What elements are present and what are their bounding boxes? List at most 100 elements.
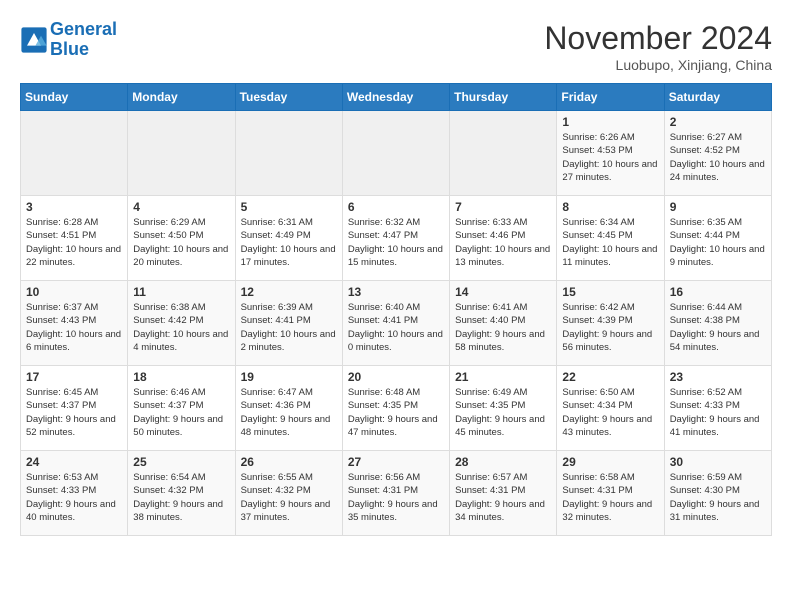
cell-content: Sunrise: 6:44 AM Sunset: 4:38 PM Dayligh… — [670, 301, 766, 354]
cell-content: Sunrise: 6:59 AM Sunset: 4:30 PM Dayligh… — [670, 471, 766, 524]
calendar-cell: 29Sunrise: 6:58 AM Sunset: 4:31 PM Dayli… — [557, 451, 664, 536]
calendar-cell: 3Sunrise: 6:28 AM Sunset: 4:51 PM Daylig… — [21, 196, 128, 281]
calendar-cell: 6 Sunrise: 6:32 AM Sunset: 4:47 PM Daylig… — [342, 196, 449, 281]
day-number: 3 — [26, 200, 122, 214]
day-number: 24 — [26, 455, 122, 469]
calendar-cell: 7 Sunrise: 6:33 AM Sunset: 4:46 PM Daylig… — [450, 196, 557, 281]
calendar-cell: 13Sunrise: 6:40 AM Sunset: 4:41 PM Dayli… — [342, 281, 449, 366]
header-cell-sunday: Sunday — [21, 84, 128, 111]
cell-content: Sunrise: 6:35 AM Sunset: 4:44 PM Dayligh… — [670, 216, 766, 269]
logo-line2: Blue — [50, 39, 89, 59]
calendar-cell: 21 Sunrise: 6:49 AM Sunset: 4:35 PM Dayli… — [450, 366, 557, 451]
cell-content: Sunrise: 6:33 AM Sunset: 4:46 PM Dayligh… — [455, 216, 551, 269]
calendar-cell: 19Sunrise: 6:47 AM Sunset: 4:36 PM Dayli… — [235, 366, 342, 451]
day-number: 22 — [562, 370, 658, 384]
day-number: 29 — [562, 455, 658, 469]
calendar-cell — [450, 111, 557, 196]
header-cell-wednesday: Wednesday — [342, 84, 449, 111]
day-number: 1 — [562, 115, 658, 129]
calendar-cell: 23Sunrise: 6:52 AM Sunset: 4:33 PM Dayli… — [664, 366, 771, 451]
cell-content: Sunrise: 6:34 AM Sunset: 4:45 PM Dayligh… — [562, 216, 658, 269]
cell-content: Sunrise: 6:54 AM Sunset: 4:32 PM Dayligh… — [133, 471, 229, 524]
calendar-cell: 25 Sunrise: 6:54 AM Sunset: 4:32 PM Dayli… — [128, 451, 235, 536]
calendar-cell: 17Sunrise: 6:45 AM Sunset: 4:37 PM Dayli… — [21, 366, 128, 451]
day-number: 30 — [670, 455, 766, 469]
day-number: 5 — [241, 200, 337, 214]
day-number: 2 — [670, 115, 766, 129]
calendar-cell: 2 Sunrise: 6:27 AM Sunset: 4:52 PM Daylig… — [664, 111, 771, 196]
calendar-cell: 9 Sunrise: 6:35 AM Sunset: 4:44 PM Daylig… — [664, 196, 771, 281]
week-row-0: 1Sunrise: 6:26 AM Sunset: 4:53 PM Daylig… — [21, 111, 772, 196]
calendar-cell: 27 Sunrise: 6:56 AM Sunset: 4:31 PM Dayli… — [342, 451, 449, 536]
day-number: 23 — [670, 370, 766, 384]
header-cell-thursday: Thursday — [450, 84, 557, 111]
header-cell-friday: Friday — [557, 84, 664, 111]
cell-content: Sunrise: 6:55 AM Sunset: 4:32 PM Dayligh… — [241, 471, 337, 524]
week-row-2: 10 Sunrise: 6:37 AM Sunset: 4:43 PM Dayli… — [21, 281, 772, 366]
calendar-cell: 20 Sunrise: 6:48 AM Sunset: 4:35 PM Dayli… — [342, 366, 449, 451]
day-number: 10 — [26, 285, 122, 299]
day-number: 27 — [348, 455, 444, 469]
day-number: 28 — [455, 455, 551, 469]
calendar-cell: 16 Sunrise: 6:44 AM Sunset: 4:38 PM Dayli… — [664, 281, 771, 366]
calendar-cell — [342, 111, 449, 196]
day-number: 6 — [348, 200, 444, 214]
day-number: 11 — [133, 285, 229, 299]
cell-content: Sunrise: 6:47 AM Sunset: 4:36 PM Dayligh… — [241, 386, 337, 439]
logo: General Blue — [20, 20, 117, 60]
header-row: SundayMondayTuesdayWednesdayThursdayFrid… — [21, 84, 772, 111]
calendar-body: 1Sunrise: 6:26 AM Sunset: 4:53 PM Daylig… — [21, 111, 772, 536]
day-number: 21 — [455, 370, 551, 384]
week-row-4: 24 Sunrise: 6:53 AM Sunset: 4:33 PM Dayli… — [21, 451, 772, 536]
title-block: November 2024 Luobupo, Xinjiang, China — [544, 20, 772, 73]
day-number: 18 — [133, 370, 229, 384]
logo-icon — [20, 26, 48, 54]
cell-content: Sunrise: 6:56 AM Sunset: 4:31 PM Dayligh… — [348, 471, 444, 524]
cell-content: Sunrise: 6:37 AM Sunset: 4:43 PM Dayligh… — [26, 301, 122, 354]
calendar-cell: 22 Sunrise: 6:50 AM Sunset: 4:34 PM Dayli… — [557, 366, 664, 451]
calendar-cell: 5 Sunrise: 6:31 AM Sunset: 4:49 PM Daylig… — [235, 196, 342, 281]
cell-content: Sunrise: 6:53 AM Sunset: 4:33 PM Dayligh… — [26, 471, 122, 524]
day-number: 9 — [670, 200, 766, 214]
day-number: 20 — [348, 370, 444, 384]
calendar-cell: 4 Sunrise: 6:29 AM Sunset: 4:50 PM Daylig… — [128, 196, 235, 281]
cell-content: Sunrise: 6:49 AM Sunset: 4:35 PM Dayligh… — [455, 386, 551, 439]
calendar-table: SundayMondayTuesdayWednesdayThursdayFrid… — [20, 83, 772, 536]
header-cell-tuesday: Tuesday — [235, 84, 342, 111]
logo-text: General Blue — [50, 20, 117, 60]
calendar-cell: 24 Sunrise: 6:53 AM Sunset: 4:33 PM Dayli… — [21, 451, 128, 536]
calendar-cell: 26 Sunrise: 6:55 AM Sunset: 4:32 PM Dayli… — [235, 451, 342, 536]
cell-content: Sunrise: 6:29 AM Sunset: 4:50 PM Dayligh… — [133, 216, 229, 269]
cell-content: Sunrise: 6:41 AM Sunset: 4:40 PM Dayligh… — [455, 301, 551, 354]
week-row-3: 17Sunrise: 6:45 AM Sunset: 4:37 PM Dayli… — [21, 366, 772, 451]
calendar-cell: 8 Sunrise: 6:34 AM Sunset: 4:45 PM Daylig… — [557, 196, 664, 281]
day-number: 8 — [562, 200, 658, 214]
header-cell-monday: Monday — [128, 84, 235, 111]
day-number: 25 — [133, 455, 229, 469]
day-number: 17 — [26, 370, 122, 384]
cell-content: Sunrise: 6:32 AM Sunset: 4:47 PM Dayligh… — [348, 216, 444, 269]
logo-line1: General — [50, 19, 117, 39]
cell-content: Sunrise: 6:50 AM Sunset: 4:34 PM Dayligh… — [562, 386, 658, 439]
day-number: 16 — [670, 285, 766, 299]
calendar-cell: 15Sunrise: 6:42 AM Sunset: 4:39 PM Dayli… — [557, 281, 664, 366]
calendar-header: SundayMondayTuesdayWednesdayThursdayFrid… — [21, 84, 772, 111]
calendar-cell: 30 Sunrise: 6:59 AM Sunset: 4:30 PM Dayli… — [664, 451, 771, 536]
calendar-cell: 28 Sunrise: 6:57 AM Sunset: 4:31 PM Dayli… — [450, 451, 557, 536]
cell-content: Sunrise: 6:48 AM Sunset: 4:35 PM Dayligh… — [348, 386, 444, 439]
cell-content: Sunrise: 6:57 AM Sunset: 4:31 PM Dayligh… — [455, 471, 551, 524]
cell-content: Sunrise: 6:40 AM Sunset: 4:41 PM Dayligh… — [348, 301, 444, 354]
cell-content: Sunrise: 6:31 AM Sunset: 4:49 PM Dayligh… — [241, 216, 337, 269]
month-title: November 2024 — [544, 20, 772, 57]
day-number: 7 — [455, 200, 551, 214]
page-header: General Blue November 2024 Luobupo, Xinj… — [20, 20, 772, 73]
day-number: 14 — [455, 285, 551, 299]
day-number: 12 — [241, 285, 337, 299]
calendar-cell: 18Sunrise: 6:46 AM Sunset: 4:37 PM Dayli… — [128, 366, 235, 451]
day-number: 4 — [133, 200, 229, 214]
calendar-cell — [128, 111, 235, 196]
day-number: 26 — [241, 455, 337, 469]
cell-content: Sunrise: 6:27 AM Sunset: 4:52 PM Dayligh… — [670, 131, 766, 184]
calendar-cell — [235, 111, 342, 196]
cell-content: Sunrise: 6:38 AM Sunset: 4:42 PM Dayligh… — [133, 301, 229, 354]
